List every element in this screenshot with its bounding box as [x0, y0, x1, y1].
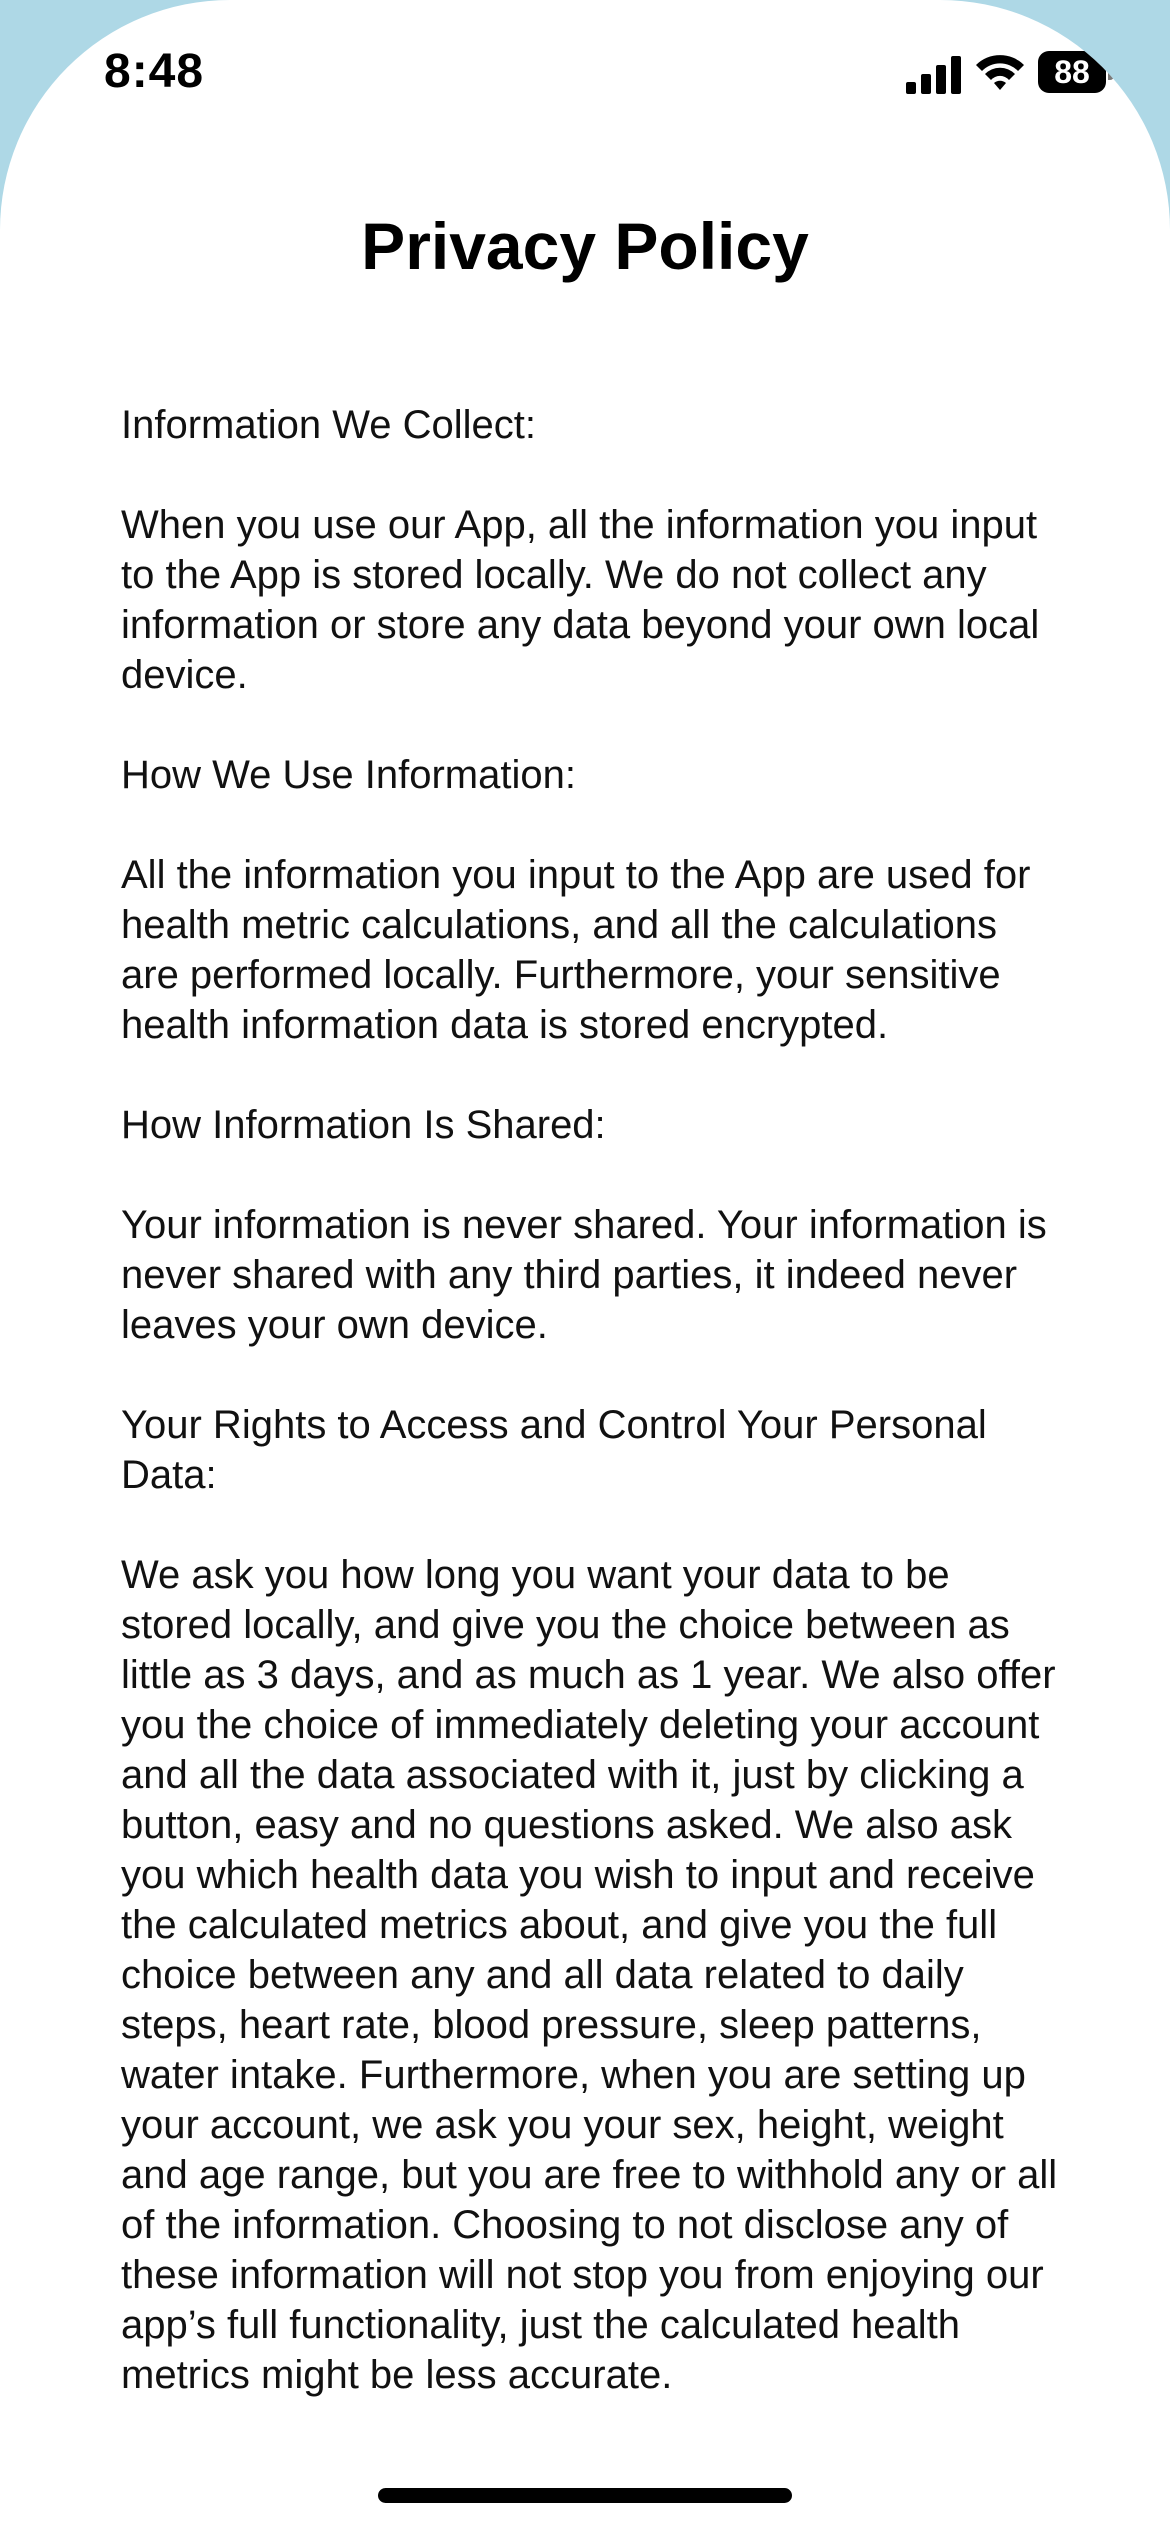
section-body-rights: We ask you how long you want your data t…: [121, 1553, 1058, 2397]
status-time: 8:48: [104, 45, 205, 98]
section-body-information-collected: When you use our App, all the informatio…: [121, 503, 1040, 697]
battery-icon: 88: [1038, 51, 1114, 93]
battery-tip: [1108, 64, 1114, 80]
section-heading-information-collected: Information We Collect:: [121, 403, 536, 447]
page-title: Privacy Policy: [361, 209, 809, 283]
section-body-information-shared: Your information is never shared. Your i…: [121, 1203, 1047, 1347]
policy-content: Information We Collect: When you use our…: [121, 400, 1061, 2450]
cellular-signal-icon: [906, 56, 961, 94]
section-heading-information-shared: How Information Is Shared:: [121, 1103, 606, 1147]
status-bar: 8:48 88: [0, 0, 1170, 150]
section-heading-rights: Your Rights to Access and Control Your P…: [121, 1403, 987, 1497]
battery-level-text: 88: [1054, 54, 1090, 90]
section-heading-information-use: How We Use Information:: [121, 753, 576, 797]
wifi-icon: [976, 55, 1024, 90]
privacy-policy-sheet: 8:48 88 Privacy Policy Information We Co…: [0, 0, 1170, 2532]
section-body-information-use: All the information you input to the App…: [121, 853, 1031, 1047]
home-indicator[interactable]: [378, 2488, 792, 2503]
